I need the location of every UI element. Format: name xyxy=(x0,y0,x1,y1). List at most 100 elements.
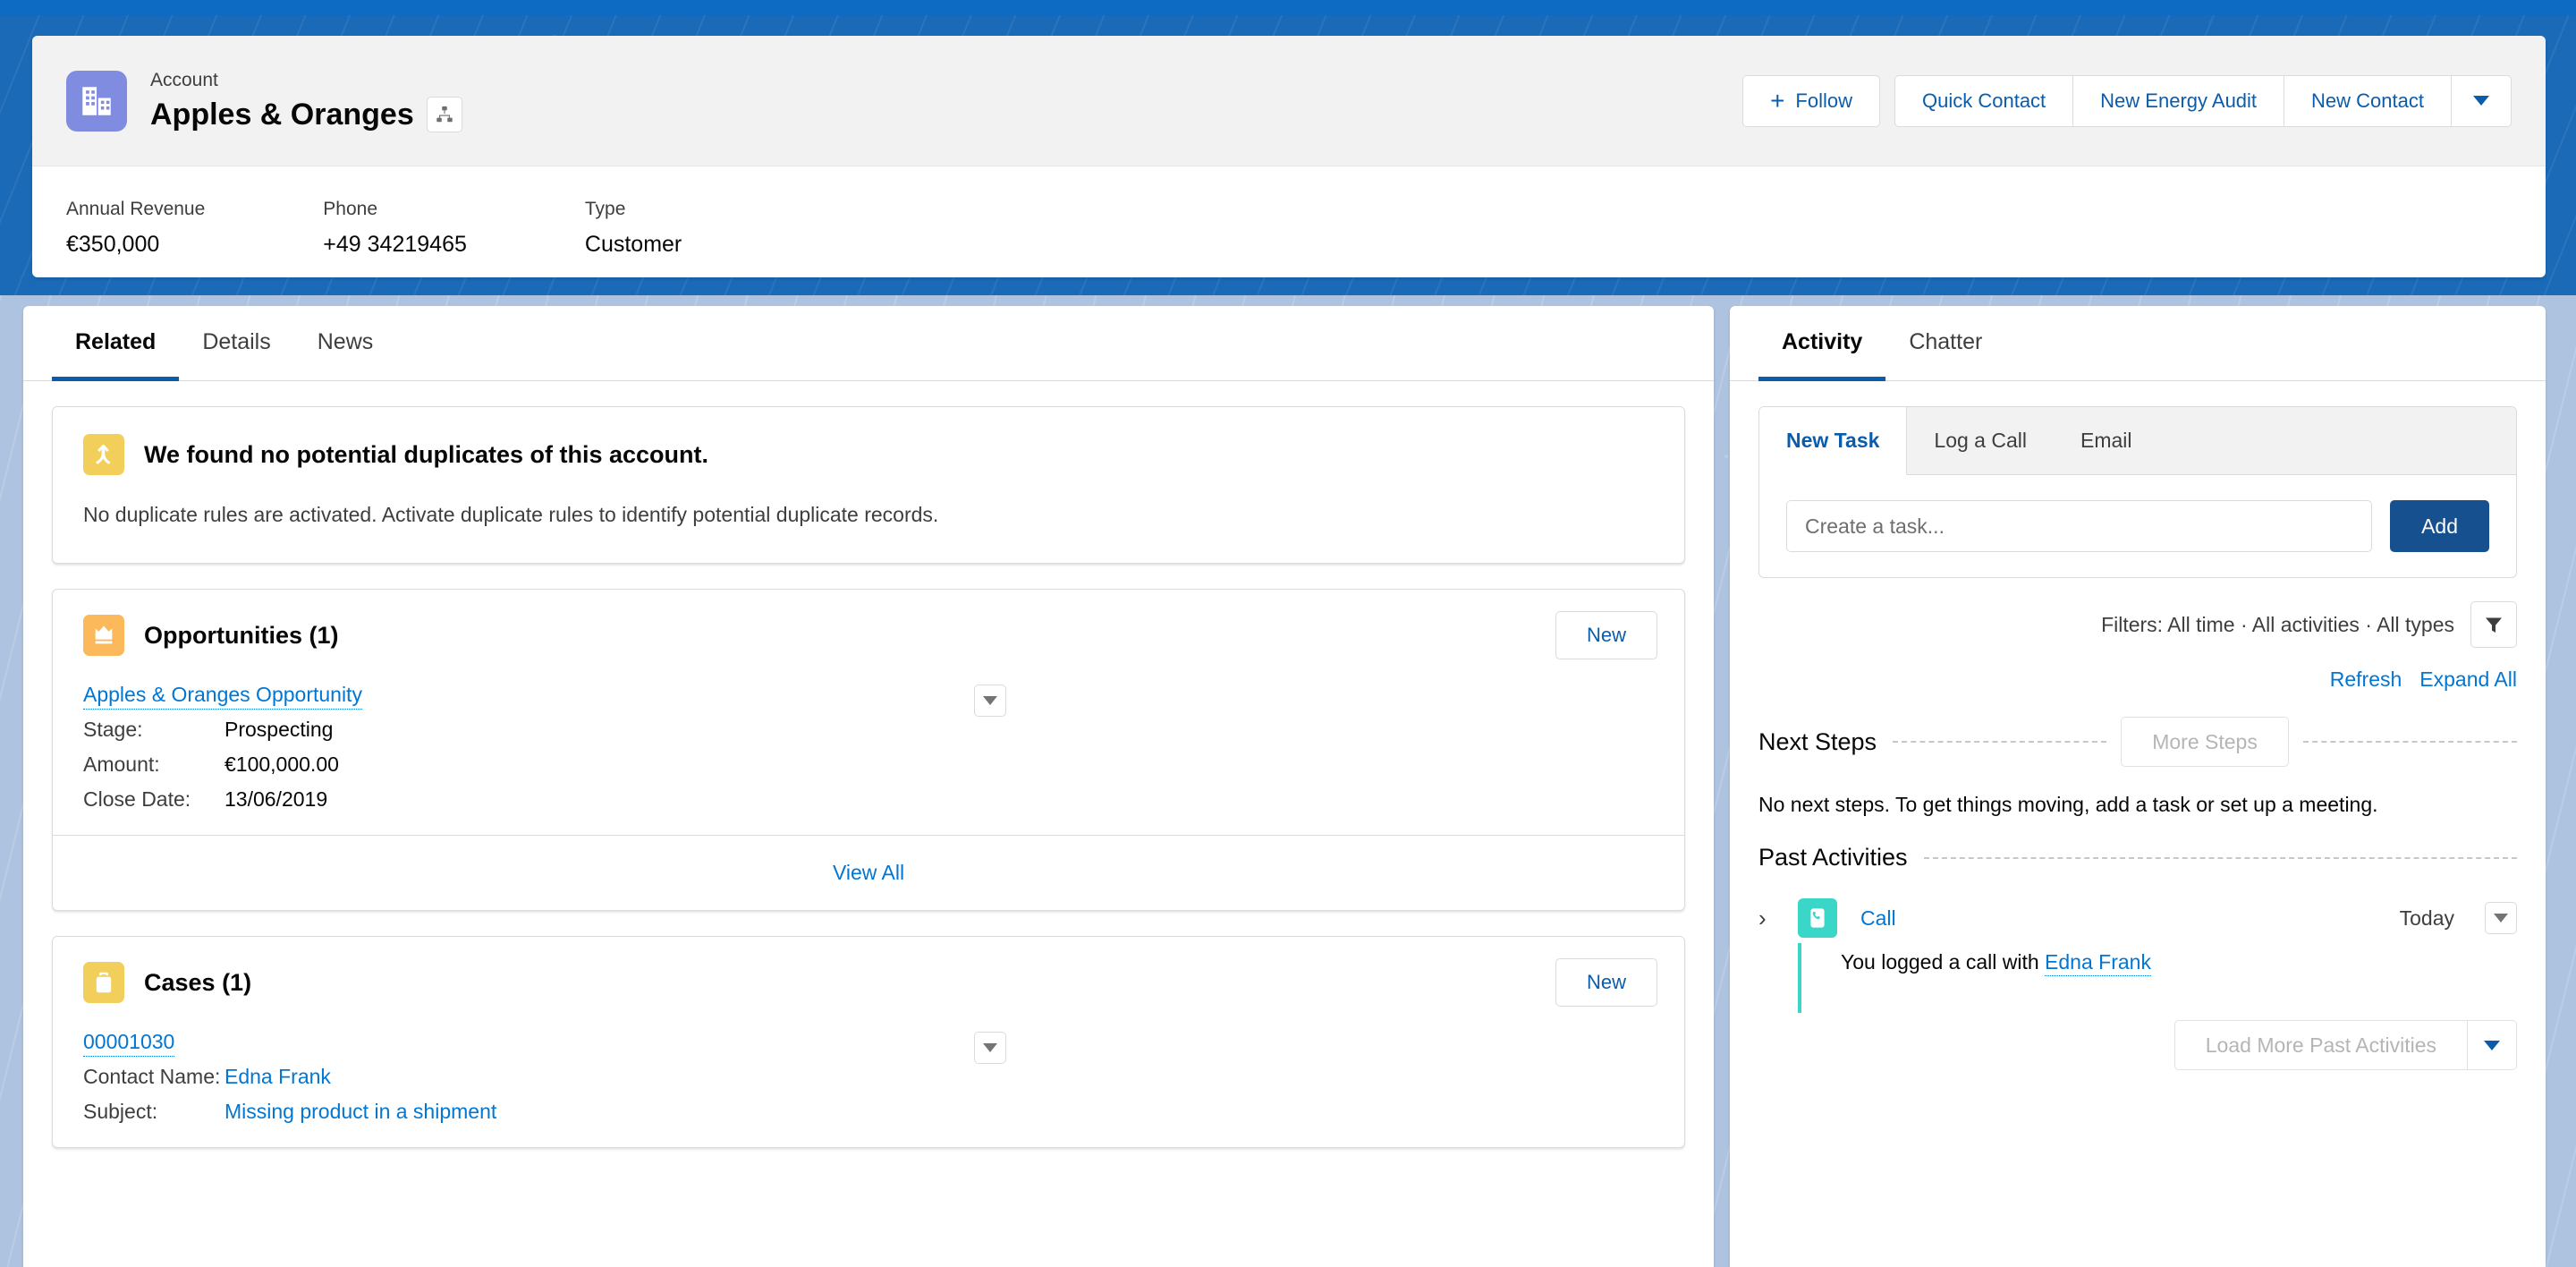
case-record-link[interactable]: 00001030 xyxy=(83,1030,175,1057)
object-type-label: Account xyxy=(150,69,218,90)
activity-date: Today xyxy=(2399,906,2454,930)
expand-all-link[interactable]: Expand All xyxy=(2419,668,2517,692)
activity-title-link[interactable]: Call xyxy=(1860,906,1896,931)
activity-detail-text: You logged a call with Edna Frank xyxy=(1841,943,2151,1013)
opportunity-row-menu-button[interactable] xyxy=(974,685,1006,717)
chevron-down-icon xyxy=(983,696,997,705)
divider xyxy=(1893,741,2107,743)
chevron-right-icon[interactable]: › xyxy=(1758,906,1782,930)
hierarchy-icon[interactable] xyxy=(426,96,462,132)
tab-chatter[interactable]: Chatter xyxy=(1885,306,2005,381)
opportunities-footer: View All xyxy=(53,835,1684,910)
field-label: Annual Revenue xyxy=(66,199,206,219)
field-value: €350,000 xyxy=(66,232,160,257)
tab-activity[interactable]: Activity xyxy=(1758,306,1886,381)
cases-new-button[interactable]: New xyxy=(1555,958,1657,1007)
activity-filters-text: Filters: All time · All activities · All… xyxy=(2101,612,2454,636)
right-tab-bar: Activity Chatter xyxy=(1730,306,2546,381)
opportunity-row: Apples & Oranges Opportunity Stage: Pros… xyxy=(53,679,1684,835)
load-more-wrapper: Load More Past Activities xyxy=(1730,1013,2546,1070)
case-field-contact-name: Contact Name: Edna Frank xyxy=(83,1065,1654,1089)
briefcase-icon xyxy=(83,962,124,1003)
composer-tab-new-task[interactable]: New Task xyxy=(1759,407,1908,475)
filter-icon[interactable] xyxy=(2470,601,2517,648)
field-key: Amount: xyxy=(83,753,160,776)
page-title: Apples & Oranges xyxy=(150,97,414,132)
opportunity-field-stage: Stage: Prospecting xyxy=(83,718,1654,742)
opportunities-new-button[interactable]: New xyxy=(1555,611,1657,659)
chevron-down-icon xyxy=(2484,1040,2500,1050)
load-more-past-activities-button[interactable]: Load More Past Activities xyxy=(2174,1020,2467,1070)
add-task-button[interactable]: Add xyxy=(2390,500,2489,552)
related-lists-panel: Related Details News We found no potenti… xyxy=(23,306,1714,1267)
case-row-menu-button[interactable] xyxy=(974,1032,1006,1064)
new-energy-audit-button[interactable]: New Energy Audit xyxy=(2073,74,2285,127)
more-steps-button[interactable]: More Steps xyxy=(2121,717,2289,767)
create-task-input[interactable] xyxy=(1786,500,2373,552)
account-building-icon xyxy=(66,70,127,132)
composer-tab-email[interactable]: Email xyxy=(2054,407,2159,474)
cases-title: Cases (1) xyxy=(144,968,252,996)
activity-detail-contact-link[interactable]: Edna Frank xyxy=(2045,950,2151,976)
field-key: Subject: xyxy=(83,1100,158,1123)
case-row: 00001030 Contact Name: Edna Frank Subjec… xyxy=(53,1026,1684,1147)
divider xyxy=(2302,741,2518,743)
opportunities-view-all-link[interactable]: View All xyxy=(833,861,904,884)
load-more-menu-button[interactable] xyxy=(2467,1020,2517,1070)
field-value[interactable]: Missing product in a shipment xyxy=(225,1100,496,1124)
tab-news[interactable]: News xyxy=(294,306,397,381)
page-background-strip xyxy=(0,0,2576,15)
opportunity-field-amount: Amount: €100,000.00 xyxy=(83,753,1654,777)
follow-button[interactable]: + Follow xyxy=(1742,74,1880,127)
field-key: Close Date: xyxy=(83,787,191,811)
cases-header: Cases (1) New xyxy=(53,937,1684,1026)
composer-tab-bar: New Task Log a Call Email xyxy=(1759,407,2516,475)
duplicate-check-card: We found no potential duplicates of this… xyxy=(52,406,1685,564)
field-annual-revenue: Annual Revenue €350,000 xyxy=(66,197,205,259)
duplicate-check-header: We found no potential duplicates of this… xyxy=(53,407,1684,475)
activity-list-item: › Call Today You logged a call with Edna… xyxy=(1730,872,2546,1013)
composer-body: Add xyxy=(1759,475,2516,577)
opportunity-record-link[interactable]: Apples & Oranges Opportunity xyxy=(83,683,362,710)
composer-tab-log-a-call[interactable]: Log a Call xyxy=(1907,407,2054,474)
activity-detail: You logged a call with Edna Frank xyxy=(1758,943,2517,1013)
record-header: Account Apples & Oranges + Follow Quick … xyxy=(32,36,2546,166)
field-label: Phone xyxy=(323,199,378,219)
next-steps-empty-text: No next steps. To get things moving, add… xyxy=(1758,793,2378,816)
field-value[interactable]: Edna Frank xyxy=(225,1065,331,1089)
left-tab-bar: Related Details News xyxy=(23,306,1714,381)
field-value: €100,000.00 xyxy=(225,753,339,776)
opportunities-title: Opportunities (1) xyxy=(144,621,339,649)
chevron-down-icon xyxy=(2473,96,2489,106)
follow-button-label: Follow xyxy=(1795,89,1852,112)
divider xyxy=(1923,856,2517,859)
tab-related[interactable]: Related xyxy=(52,306,180,381)
quick-contact-button[interactable]: Quick Contact xyxy=(1894,74,2074,127)
record-highlights-card: Account Apples & Oranges + Follow Quick … xyxy=(32,36,2546,277)
field-phone: Phone +49 34219465 xyxy=(323,197,467,259)
field-key: Contact Name: xyxy=(83,1065,221,1088)
field-value: Customer xyxy=(584,232,682,257)
activity-row: › Call Today xyxy=(1758,898,2517,938)
field-value: Prospecting xyxy=(225,718,334,741)
cases-related-list: Cases (1) New 00001030 Contact Name: Edn… xyxy=(52,936,1685,1148)
activity-panel: Activity Chatter New Task Log a Call Ema… xyxy=(1730,306,2546,1267)
activity-filters-row: Filters: All time · All activities · All… xyxy=(1730,578,2546,648)
field-value: 13/06/2019 xyxy=(225,787,328,811)
more-actions-button[interactable] xyxy=(2452,74,2512,127)
refresh-link[interactable]: Refresh xyxy=(2330,668,2402,692)
activity-detail-prefix: You logged a call with xyxy=(1841,950,2046,974)
field-type: Type Customer xyxy=(585,197,682,259)
tab-details[interactable]: Details xyxy=(179,306,293,381)
record-name-row: Apples & Oranges xyxy=(150,95,462,134)
merge-arrow-icon xyxy=(83,434,124,475)
activity-row-menu-button[interactable] xyxy=(2485,902,2517,934)
activity-links-row: Refresh Expand All xyxy=(1730,648,2546,692)
record-action-bar: + Follow Quick Contact New Energy Audit … xyxy=(1742,74,2512,127)
new-contact-button[interactable]: New Contact xyxy=(2284,74,2452,127)
opportunities-header: Opportunities (1) New xyxy=(53,590,1684,679)
record-fields-row: Annual Revenue €350,000 Phone +49 342194… xyxy=(32,166,2546,259)
activity-timeline-rail xyxy=(1798,943,1801,1013)
field-value: +49 34219465 xyxy=(323,232,467,257)
case-field-subject: Subject: Missing product in a shipment xyxy=(83,1100,1654,1124)
